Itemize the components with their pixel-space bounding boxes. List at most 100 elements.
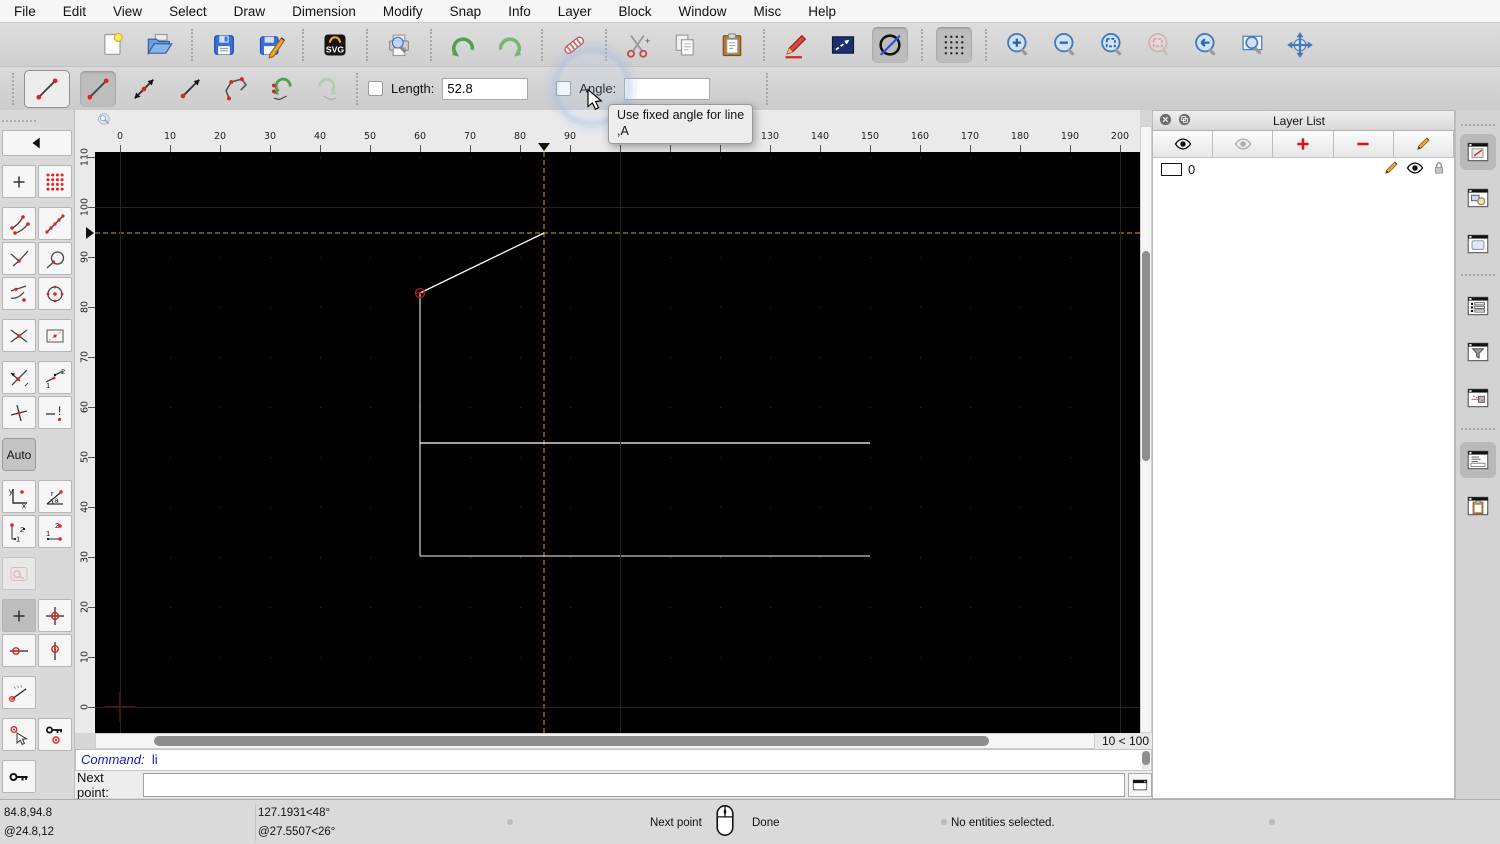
menu-window[interactable]: Window	[679, 4, 727, 19]
snap-endpoints-button[interactable]	[2, 207, 36, 240]
menu-edit[interactable]: Edit	[63, 4, 86, 19]
undo-segment-button[interactable]	[264, 71, 300, 107]
command-scrollbar[interactable]	[1142, 751, 1150, 769]
drawing-canvas[interactable]	[95, 152, 1140, 733]
paste-button[interactable]	[714, 27, 750, 63]
menu-view[interactable]: View	[113, 4, 142, 19]
snap-distance-button[interactable]	[2, 277, 36, 310]
coordinate-relative-button[interactable]: 12	[2, 515, 36, 548]
new-document-button[interactable]	[95, 27, 131, 63]
layer-color-swatch[interactable]	[1161, 162, 1182, 176]
export-svg-button[interactable]: SVG	[317, 27, 353, 63]
snap-intersection-button[interactable]	[2, 319, 36, 352]
relative-zero-horizontal-button[interactable]	[2, 634, 36, 667]
tool-indicator-button[interactable]	[24, 69, 70, 108]
dock-command-line-button[interactable]	[1460, 442, 1496, 478]
set-relative-zero-button[interactable]	[38, 599, 72, 632]
save-as-button[interactable]	[253, 27, 289, 63]
snap-tangent-button[interactable]	[38, 242, 72, 275]
zoom-out-button[interactable]	[1047, 27, 1083, 63]
menu-draw[interactable]: Draw	[234, 4, 266, 19]
save-button[interactable]	[206, 27, 242, 63]
menu-file[interactable]: File	[14, 4, 36, 19]
zoom-window-button[interactable]	[1235, 27, 1271, 63]
snap-center-button[interactable]	[38, 277, 72, 310]
canvas-horizontal-scrollbar[interactable]	[95, 733, 1095, 749]
menu-block[interactable]: Block	[619, 4, 652, 19]
menu-misc[interactable]: Misc	[754, 4, 782, 19]
restrict-nothing-button[interactable]	[2, 396, 36, 429]
redo-button[interactable]	[492, 27, 528, 63]
pick-relative-zero-button[interactable]	[2, 718, 36, 751]
snap-restrict-box-button[interactable]	[38, 319, 72, 352]
coordinate-absolute-button[interactable]: 12	[38, 515, 72, 548]
horizontal-scroll-thumb[interactable]	[154, 736, 989, 746]
coordinate-polar-button[interactable]: ra	[38, 480, 72, 513]
dock-library-browser-button[interactable]	[1460, 226, 1496, 262]
zoom-pan-button[interactable]	[1282, 27, 1318, 63]
dock-entity-list-button[interactable]	[1460, 288, 1496, 324]
toolbar-handle[interactable]	[2, 120, 36, 122]
copy-button[interactable]	[667, 27, 703, 63]
angle-gauge-button[interactable]	[2, 676, 36, 709]
command-scroll-thumb[interactable]	[1142, 751, 1150, 765]
pencil-icon[interactable]	[1382, 159, 1400, 180]
snap-intersection-manual-button[interactable]: 12	[38, 361, 72, 394]
zoom-in-button[interactable]	[1000, 27, 1036, 63]
line-vector-button[interactable]	[172, 71, 208, 107]
dock-selection-filter-button[interactable]	[1460, 334, 1496, 370]
dock-layer-list-button[interactable]	[1460, 134, 1496, 170]
exclusive-snap-button[interactable]	[2, 557, 36, 590]
print-preview-button[interactable]	[381, 27, 417, 63]
zoom-selected-button[interactable]	[1141, 27, 1177, 63]
snap-intersection-auto-button[interactable]	[2, 361, 36, 394]
menu-dimension[interactable]: Dimension	[292, 4, 356, 19]
erase-button[interactable]	[556, 27, 592, 63]
dock-tool-options-button[interactable]	[1460, 380, 1496, 416]
set-relative-zero-plus-button[interactable]	[2, 599, 36, 632]
keyboard-toggle-button[interactable]	[1128, 772, 1152, 797]
close-icon[interactable]	[1158, 112, 1173, 130]
canvas-vertical-scrollbar[interactable]	[1140, 126, 1152, 733]
menu-help[interactable]: Help	[808, 4, 836, 19]
undock-icon[interactable]	[1177, 112, 1192, 130]
remove-layer-button[interactable]	[1333, 131, 1394, 157]
line-two-points-button[interactable]	[80, 70, 116, 107]
coordinate-cartesian-button[interactable]: yx	[2, 480, 36, 513]
lock-icon[interactable]	[1430, 159, 1448, 180]
edit-layer-button[interactable]	[1393, 131, 1455, 157]
layer-row[interactable]: 0	[1153, 158, 1454, 180]
vertical-scroll-thumb[interactable]	[1142, 251, 1150, 461]
menu-layer[interactable]: Layer	[558, 4, 592, 19]
menu-modify[interactable]: Modify	[383, 4, 423, 19]
menu-select[interactable]: Select	[169, 4, 207, 19]
snap-auto-button[interactable]: Auto	[2, 438, 36, 471]
toolbar-handle[interactable]	[1461, 124, 1495, 126]
hide-all-layers-button[interactable]	[1213, 131, 1274, 157]
cut-button[interactable]: +	[620, 27, 656, 63]
dock-block-list-button[interactable]	[1460, 180, 1496, 216]
zoom-previous-button[interactable]	[1188, 27, 1224, 63]
redo-segment-button[interactable]	[310, 71, 346, 107]
zoom-auto-button[interactable]	[1094, 27, 1130, 63]
entity-attributes-button[interactable]	[825, 27, 861, 63]
open-file-button[interactable]	[142, 27, 178, 63]
pen-attributes-button[interactable]	[778, 27, 814, 63]
snap-grid-button[interactable]	[38, 165, 72, 198]
dock-clipboard-button[interactable]	[1460, 488, 1496, 524]
entity-visibility-button[interactable]	[872, 26, 908, 63]
restrict-orthogonal-button[interactable]: !	[38, 396, 72, 429]
menu-snap[interactable]: Snap	[450, 4, 482, 19]
eye-icon[interactable]	[1405, 158, 1425, 181]
lock-relative-zero-button[interactable]	[38, 718, 72, 751]
snap-nearest-button[interactable]	[2, 242, 36, 275]
snap-free-button[interactable]	[2, 165, 36, 198]
length-checkbox[interactable]	[368, 81, 383, 96]
undo-button[interactable]	[445, 27, 481, 63]
relative-zero-vertical-button[interactable]	[38, 634, 72, 667]
polyline-button[interactable]	[218, 71, 254, 107]
add-layer-button[interactable]	[1273, 131, 1334, 157]
lock-button[interactable]	[2, 760, 36, 793]
line-angle-button[interactable]	[126, 71, 162, 107]
back-button[interactable]	[2, 130, 72, 156]
